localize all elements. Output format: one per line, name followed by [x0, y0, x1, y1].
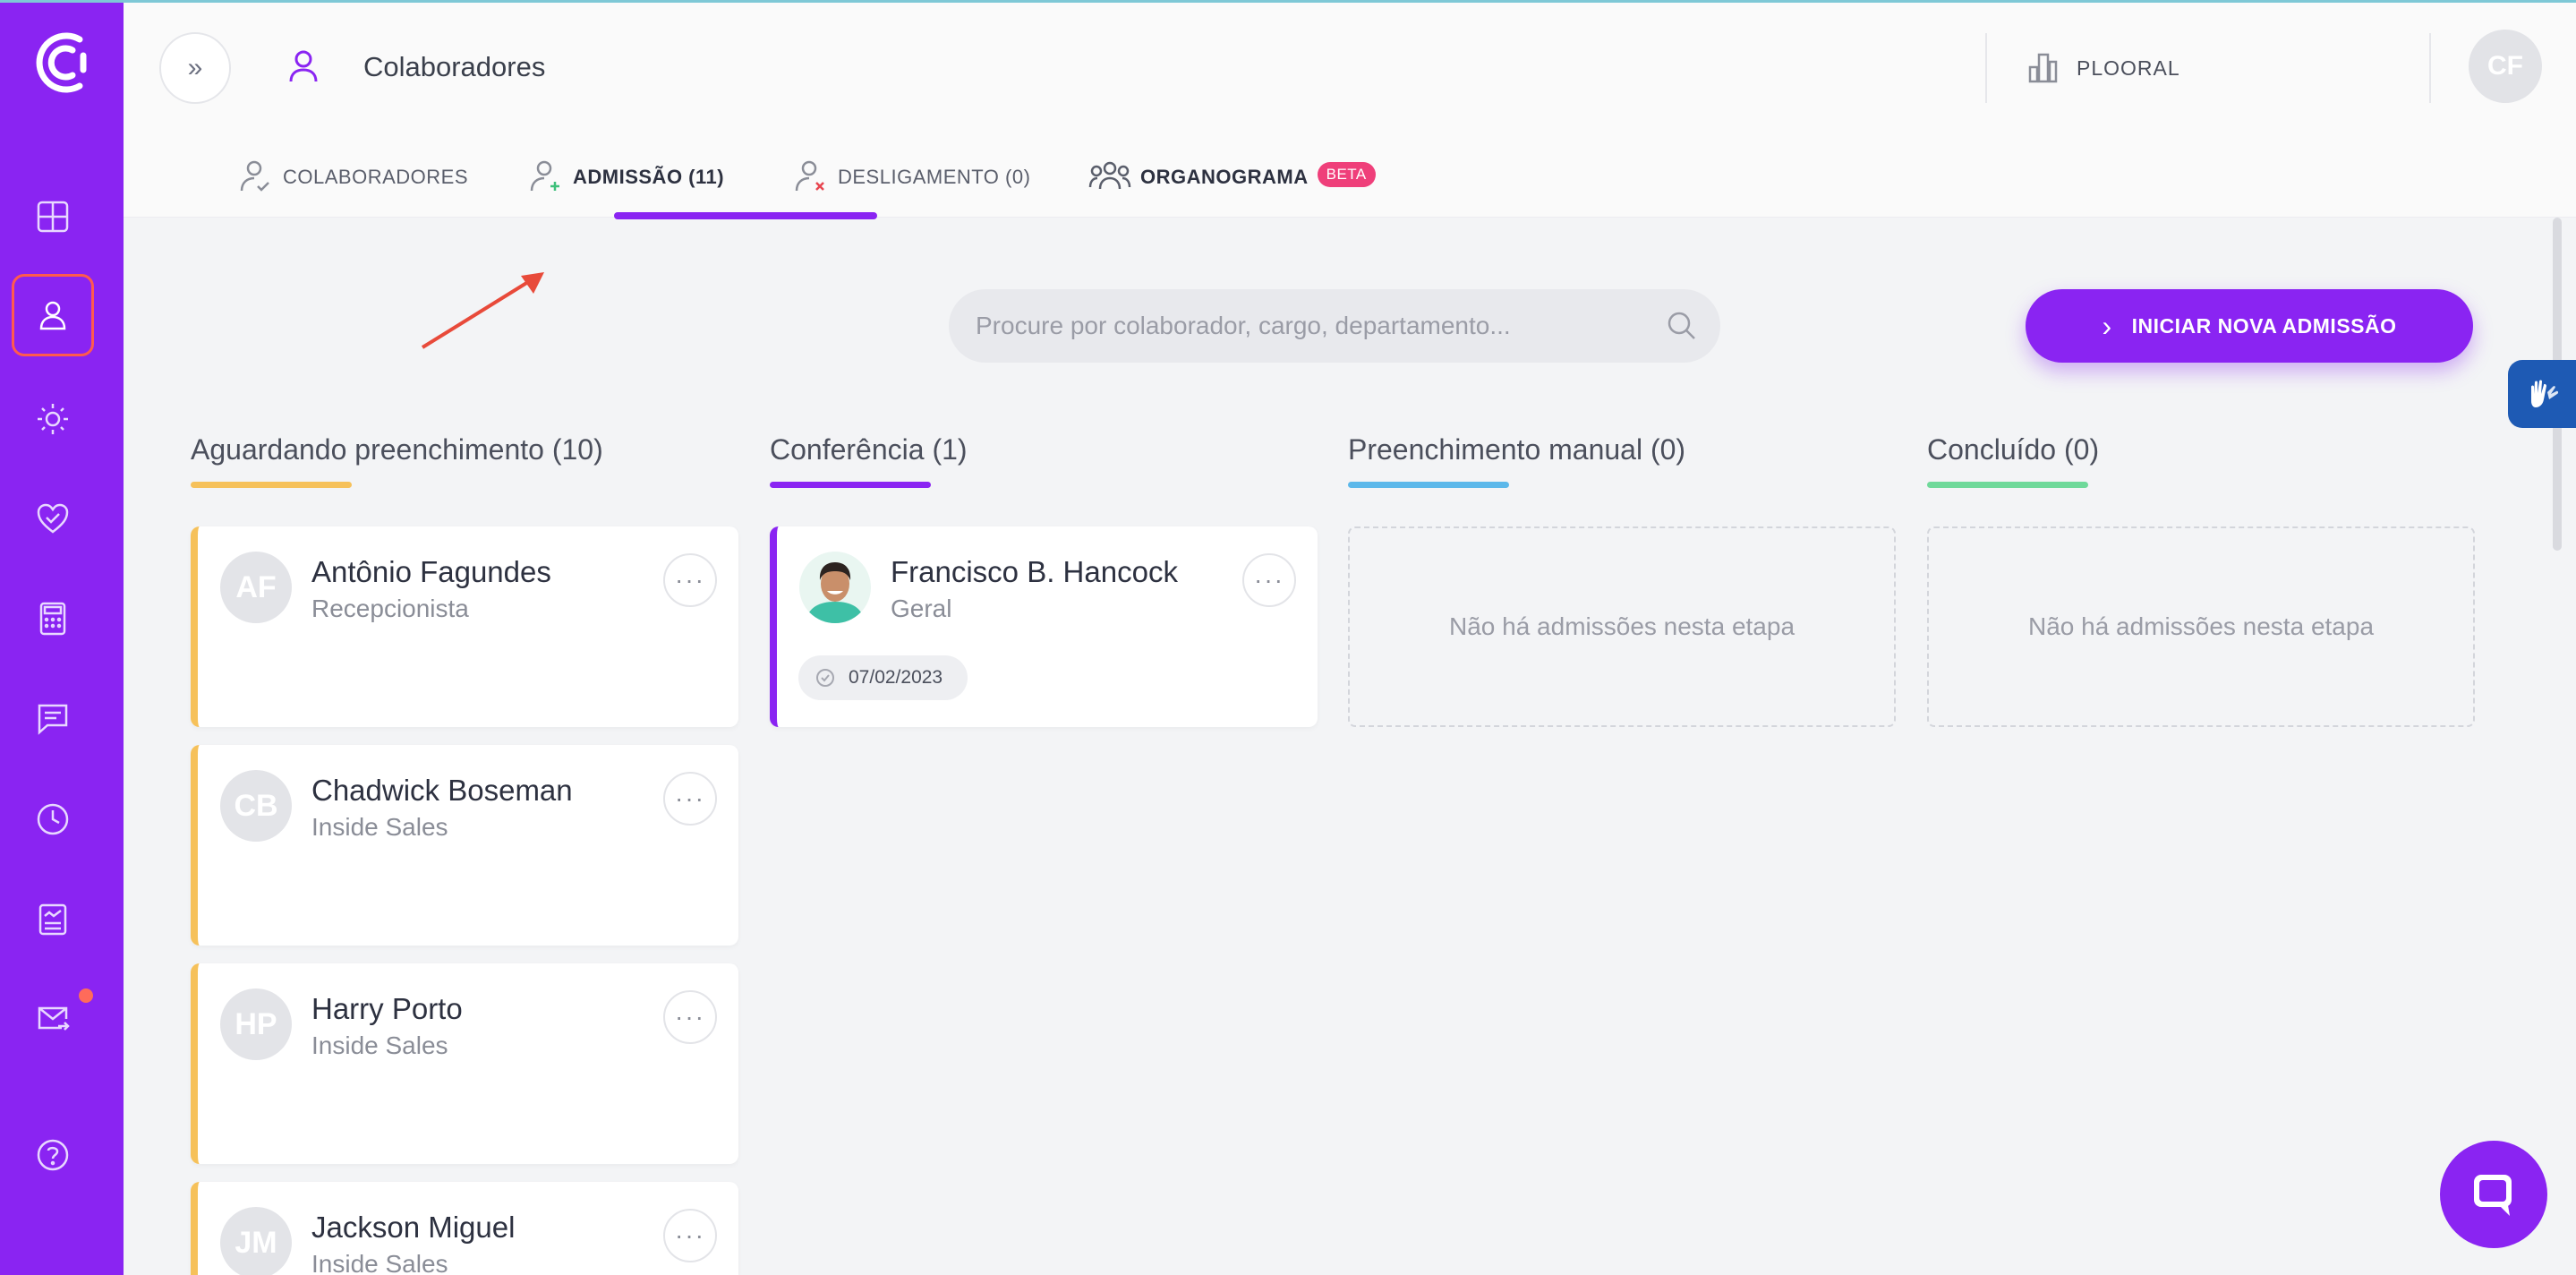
top-accent-line — [0, 0, 2576, 3]
avatar: AF — [220, 552, 292, 623]
tab-label: COLABORADORES — [283, 166, 468, 188]
company-logo-icon[interactable] — [28, 25, 96, 100]
sidebar-item-climate[interactable] — [12, 378, 94, 460]
tab-label: ADMISSÃO (11) — [573, 166, 725, 188]
tab-label: ORGANOGRAMA — [1140, 166, 1309, 188]
avatar: JM — [220, 1207, 292, 1275]
header-divider — [1985, 33, 1987, 103]
chat-icon — [38, 704, 68, 735]
start-new-admission-label: INICIAR NOVA ADMISSÃO — [2131, 313, 2397, 338]
user-x-icon — [795, 160, 824, 192]
avatar: HP — [220, 988, 292, 1060]
card-name: Jackson Miguel — [311, 1211, 516, 1244]
search-icon[interactable] — [1665, 309, 1699, 343]
sidebar-item-help[interactable] — [12, 1114, 94, 1196]
sign-language-hands-icon — [2531, 380, 2559, 407]
help-icon — [37, 1139, 69, 1171]
more-options-button[interactable]: ··· — [663, 990, 717, 1044]
more-options-button[interactable]: ··· — [663, 772, 717, 826]
company-selector[interactable]: PLOORAL — [2077, 56, 2180, 81]
user-icon — [39, 301, 66, 330]
team-icon — [1088, 161, 1131, 190]
dashboard-grid-icon — [37, 201, 69, 233]
avatar: CB — [220, 770, 292, 842]
empty-state-text: Não há admissões nesta etapa — [1448, 612, 1796, 640]
admission-card[interactable]: Francisco B. Hancock Geral ··· 07/02/202… — [770, 526, 1318, 727]
start-new-admission-button[interactable]: › INICIAR NOVA ADMISSÃO — [2026, 289, 2473, 363]
accessibility-sign-language-button[interactable] — [2508, 360, 2576, 428]
sidebar-item-dashboard[interactable] — [12, 175, 94, 258]
expand-sidebar-button[interactable]: » — [159, 32, 231, 104]
user-avatar[interactable]: CF — [2469, 30, 2542, 103]
column-title-manual: Preenchimento manual (0) — [1348, 433, 1686, 466]
empty-state: Não há admissões nesta etapa — [1927, 526, 2475, 727]
admission-card[interactable]: CB Chadwick Boseman Inside Sales ··· — [191, 745, 738, 946]
report-icon — [38, 903, 67, 936]
card-name: Antônio Fagundes — [311, 555, 551, 588]
card-role: Recepcionista — [311, 595, 469, 622]
check-circle-icon — [816, 669, 834, 687]
beta-badge: BETA — [1317, 162, 1376, 187]
admission-card[interactable]: AF Antônio Fagundes Recepcionista ··· — [191, 526, 738, 727]
sidebar — [0, 0, 124, 1275]
tab-label: DESLIGAMENTO (0) — [838, 166, 1031, 188]
header-divider — [2429, 33, 2431, 103]
admission-card[interactable]: JM Jackson Miguel Inside Sales ··· — [191, 1182, 738, 1275]
chevron-right-icon: › — [2102, 309, 2112, 342]
sidebar-item-reports[interactable] — [12, 878, 94, 961]
sidebar-item-wellbeing[interactable] — [12, 477, 94, 560]
tab-desligamento[interactable]: DESLIGAMENTO (0) — [793, 155, 1030, 218]
more-options-button[interactable]: ··· — [663, 553, 717, 607]
card-role: Geral — [891, 595, 952, 622]
card-name: Francisco B. Hancock — [891, 555, 1178, 588]
empty-state-text: Não há admissões nesta etapa — [2027, 612, 2375, 640]
annotation-arrow-icon — [421, 272, 544, 349]
column-bar-awaiting — [191, 482, 352, 488]
chat-widget-button[interactable] — [2440, 1141, 2547, 1248]
card-name: Chadwick Boseman — [311, 774, 573, 807]
sidebar-item-time[interactable] — [12, 778, 94, 860]
sun-icon — [38, 404, 68, 434]
sidebar-item-collaborators[interactable] — [12, 274, 94, 356]
more-options-button[interactable]: ··· — [663, 1209, 717, 1262]
header: » Colaboradores PLOORAL CF COLABORADORES… — [124, 3, 2576, 219]
mail-notification-dot — [79, 988, 93, 1003]
column-title-done: Concluído (0) — [1927, 433, 2100, 466]
admission-date: 07/02/2023 — [849, 667, 943, 688]
search-input[interactable] — [976, 289, 1656, 363]
user-check-icon — [240, 160, 269, 192]
admission-card[interactable]: HP Harry Porto Inside Sales ··· — [191, 963, 738, 1164]
user-icon — [289, 50, 318, 82]
column-bar-done — [1927, 482, 2088, 488]
card-role: Inside Sales — [311, 813, 448, 841]
card-role: Inside Sales — [311, 1250, 448, 1275]
sidebar-item-payroll[interactable] — [12, 578, 94, 660]
building-chart-icon — [2028, 53, 2058, 83]
card-name: Harry Porto — [311, 992, 463, 1025]
empty-state: Não há admissões nesta etapa — [1348, 526, 1896, 727]
chat-bubble-icon — [2474, 1175, 2512, 1216]
more-options-button[interactable]: ··· — [1242, 553, 1296, 607]
date-chip: 07/02/2023 — [798, 655, 968, 700]
double-chevron-right-icon: » — [187, 53, 203, 82]
mail-icon — [38, 1006, 70, 1031]
column-bar-manual — [1348, 482, 1509, 488]
tab-admissao[interactable]: ADMISSÃO (11) — [528, 155, 724, 218]
user-plus-icon — [530, 160, 559, 192]
card-role: Inside Sales — [311, 1031, 448, 1059]
sidebar-item-messages[interactable] — [12, 678, 94, 760]
page-title: Colaboradores — [363, 51, 546, 82]
column-bar-conference — [770, 482, 931, 488]
heart-icon — [37, 503, 69, 534]
column-title-awaiting: Aguardando preenchimento (10) — [191, 433, 603, 466]
tab-organograma[interactable]: ORGANOGRAMA BETA — [1088, 155, 1376, 218]
clock-icon — [37, 803, 69, 835]
calculator-icon — [39, 602, 66, 636]
profile-photo — [799, 552, 871, 623]
column-title-conference: Conferência (1) — [770, 433, 968, 466]
search-box — [949, 289, 1720, 363]
tab-colaboradores[interactable]: COLABORADORES — [238, 155, 468, 218]
